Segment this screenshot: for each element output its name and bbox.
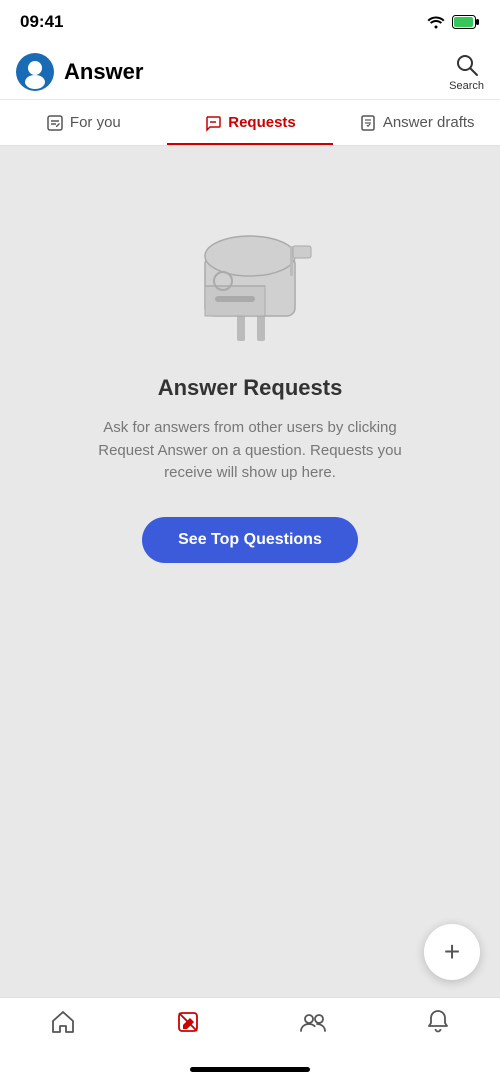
write-icon bbox=[174, 1008, 202, 1036]
app-title: Answer bbox=[64, 59, 143, 85]
status-bar: 09:41 bbox=[0, 0, 500, 44]
tab-requests[interactable]: Requests bbox=[167, 100, 334, 145]
tab-for-you[interactable]: For you bbox=[0, 100, 167, 145]
nav-community[interactable] bbox=[250, 1008, 375, 1036]
status-icons bbox=[426, 15, 480, 29]
nav-notifications[interactable] bbox=[375, 1008, 500, 1036]
empty-state-title: Answer Requests bbox=[158, 375, 343, 401]
nav-write[interactable] bbox=[125, 1008, 250, 1036]
main-content: Answer Requests Ask for answers from oth… bbox=[0, 146, 500, 997]
tab-answer-drafts-label: Answer drafts bbox=[383, 114, 475, 131]
header-left: Answer bbox=[16, 53, 143, 91]
home-indicator bbox=[190, 1067, 310, 1072]
app-header: Answer Search bbox=[0, 44, 500, 100]
search-label: Search bbox=[449, 80, 484, 92]
fab-button[interactable]: + bbox=[424, 924, 480, 980]
mailbox-illustration bbox=[185, 206, 315, 351]
bell-icon bbox=[424, 1008, 452, 1036]
wifi-icon bbox=[426, 15, 446, 29]
battery-icon bbox=[452, 15, 480, 29]
community-icon bbox=[299, 1008, 327, 1036]
draft-icon bbox=[359, 114, 377, 132]
tab-answer-drafts[interactable]: Answer drafts bbox=[333, 100, 500, 145]
search-button[interactable]: Search bbox=[449, 52, 484, 92]
edit-icon bbox=[46, 114, 64, 132]
tabs-bar: For you Requests Answer drafts bbox=[0, 100, 500, 146]
nav-home[interactable] bbox=[0, 1008, 125, 1036]
empty-state-description: Ask for answers from other users by clic… bbox=[90, 417, 410, 485]
home-icon bbox=[49, 1008, 77, 1036]
tab-for-you-label: For you bbox=[70, 114, 121, 131]
status-time: 09:41 bbox=[20, 12, 63, 32]
app-logo bbox=[16, 53, 54, 91]
fab-icon: + bbox=[444, 936, 460, 968]
tab-requests-label: Requests bbox=[228, 114, 296, 131]
see-top-questions-button[interactable]: See Top Questions bbox=[142, 517, 358, 563]
chat-icon bbox=[204, 114, 222, 132]
search-icon bbox=[454, 52, 480, 78]
